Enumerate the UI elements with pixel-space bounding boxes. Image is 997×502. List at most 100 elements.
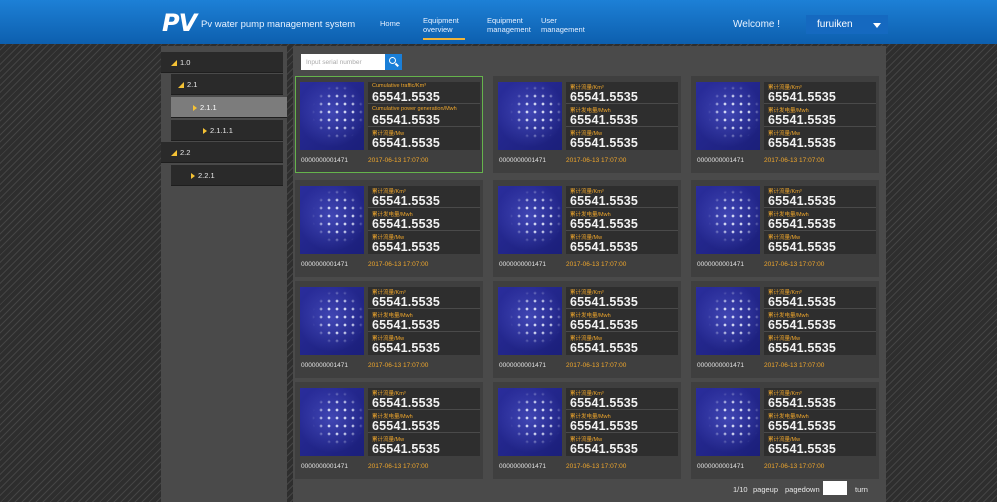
- device-card[interactable]: 累计流量/Km³ 65541.5535 累计发电量/Mwh 65541.5535 累计流…: [295, 382, 483, 479]
- stats-panel: 累计流量/Km³ 65541.5535 累计发电量/Mwh 65541.5535 累计流…: [764, 388, 876, 456]
- tree-node-2-1-1[interactable]: 2.1.1: [171, 97, 287, 118]
- tree-node-1-0[interactable]: 1.0: [161, 52, 283, 73]
- welcome-text: Welcome !: [733, 19, 781, 30]
- stat-value: 65541.5535: [768, 136, 837, 150]
- search-button[interactable]: [385, 54, 402, 70]
- tree-node-2-1[interactable]: 2.1: [171, 74, 283, 95]
- stat-row: 累计流量/Km³ 65541.5535: [566, 186, 678, 208]
- equipment-overview-panel: Cumulative traffic/Km³65541.5535Cumulati…: [293, 46, 886, 502]
- pv-logo[interactable]: PV: [162, 9, 197, 37]
- stat-row: 累计流量/Km³ 65541.5535: [566, 388, 678, 410]
- stat-value: 65541.5535: [768, 113, 837, 127]
- serial-search-input[interactable]: [301, 54, 385, 70]
- device-card[interactable]: 累计流量/Km³ 65541.5535 累计发电量/Mwh 65541.5535 累计流…: [493, 281, 681, 378]
- device-card[interactable]: 累计流量/Km³ 65541.5535 累计发电量/Mwh 65541.5535 累计流…: [691, 382, 879, 479]
- stat-value: 65541.5535: [570, 396, 639, 410]
- stat-value: 65541.5535: [570, 442, 639, 456]
- stat-value: 65541.5535: [570, 194, 639, 208]
- stat-row: 累计发电量/Mwh 65541.5535: [566, 310, 678, 332]
- top-header: PV Pv water pump management system Home …: [0, 0, 997, 44]
- stat-row: 累计发电量/Mwh 65541.5535: [764, 105, 876, 127]
- stat-row: 累计发电量/Mwh 65541.5535: [368, 411, 480, 433]
- stat-row: 累计流量/Mw 65541.5535: [368, 232, 480, 254]
- stat-value: 65541.5535: [372, 194, 441, 208]
- serial-number: 0000000001471: [499, 261, 546, 268]
- stat-row: 累计流量/Km³ 65541.5535: [368, 388, 480, 410]
- stat-value: 65541.5535: [372, 396, 441, 410]
- solar-panel-image: [696, 82, 760, 150]
- stats-panel: 累计流量/Km³ 65541.5535 累计发电量/Mwh 65541.5535 累计流…: [368, 287, 480, 355]
- stat-value: 65541.5535: [372, 113, 441, 127]
- stat-row: 累计流量/Mw 65541.5535: [764, 128, 876, 150]
- solar-panel-image: [300, 186, 364, 254]
- serial-number: 0000000001471: [301, 261, 348, 268]
- stat-row: 累计流量/Km³ 65541.5535: [368, 186, 480, 208]
- stat-row: 累计流量/Mw 65541.5535: [764, 333, 876, 355]
- stat-value: 65541.5535: [372, 90, 441, 104]
- stat-value: 65541.5535: [570, 217, 639, 231]
- stat-value: 65541.5535: [570, 136, 639, 150]
- timestamp: 2017-06-13 17:07:00: [764, 157, 825, 164]
- stat-value: 65541.5535: [768, 341, 837, 355]
- device-card[interactable]: 累计流量/Km³ 65541.5535 累计发电量/Mwh 65541.5535 累计流…: [691, 180, 879, 277]
- nav-home[interactable]: Home: [380, 19, 400, 28]
- solar-panel-image: [696, 186, 760, 254]
- stats-panel: Cumulative traffic/Km³ 65541.5535 Cumulati…: [368, 82, 480, 150]
- serial-number: 0000000001471: [499, 463, 546, 470]
- stat-row: 累计流量/Km³ 65541.5535: [368, 287, 480, 309]
- stat-row: 累计流量/Km³ 65541.5535: [764, 82, 876, 104]
- page-indicator: 1/10: [733, 485, 748, 494]
- stat-label: Cumulative traffic/Km³: [372, 83, 426, 89]
- nav-user-management[interactable]: User management: [541, 16, 585, 34]
- serial-number: 0000000001471: [301, 362, 348, 369]
- page-number-input[interactable]: [823, 481, 847, 495]
- turn-button[interactable]: turn: [855, 485, 868, 494]
- timestamp: 2017-06-13 17:07:00: [764, 362, 825, 369]
- serial-number: 0000000001471: [697, 463, 744, 470]
- stat-value: 65541.5535: [372, 318, 441, 332]
- stat-row: 累计发电量/Mwh 65541.5535: [764, 411, 876, 433]
- device-card[interactable]: 累计流量/Km³ 65541.5535 累计发电量/Mwh 65541.5535 累计流…: [493, 180, 681, 277]
- tree-node-2-2[interactable]: 2.2: [161, 142, 283, 163]
- stats-panel: 累计流量/Km³ 65541.5535 累计发电量/Mwh 65541.5535 累计流…: [764, 186, 876, 254]
- tree-node-2-1-1-1[interactable]: 2.1.1.1: [171, 120, 283, 141]
- stat-row: 累计流量/Km³ 65541.5535: [566, 82, 678, 104]
- device-card[interactable]: 累计流量/Km³ 65541.5535 累计发电量/Mwh 65541.5535 累计流…: [691, 281, 879, 378]
- stat-row: 累计流量/Km³ 65541.5535: [764, 388, 876, 410]
- stat-row: Cumulative power generation/Mwh 65541.553…: [368, 105, 480, 127]
- nav-equipment-overview[interactable]: Equipment overview: [423, 16, 465, 40]
- stat-value: 65541.5535: [768, 90, 837, 104]
- stat-row: 累计流量/Km³ 65541.5535: [566, 287, 678, 309]
- stat-value: 65541.5535: [372, 217, 441, 231]
- stat-value: 65541.5535: [768, 396, 837, 410]
- solar-panel-image: [696, 287, 760, 355]
- app-title: Pv water pump management system: [201, 19, 356, 30]
- stat-row: 累计发电量/Mwh 65541.5535: [368, 310, 480, 332]
- stat-row: 累计流量/Mw 65541.5535: [368, 128, 480, 150]
- timestamp: 2017-06-13 17:07:00: [368, 261, 429, 268]
- device-card[interactable]: 累计流量/Km³ 65541.5535 累计发电量/Mwh 65541.5535 累计流…: [493, 76, 681, 173]
- stat-row: 累计流量/Km³ 65541.5535: [764, 186, 876, 208]
- timestamp: 2017-06-13 17:07:00: [764, 463, 825, 470]
- nav-equipment-management[interactable]: Equipment management: [487, 16, 531, 34]
- device-card[interactable]: 累计流量/Km³ 65541.5535 累计发电量/Mwh 65541.5535 累计流…: [493, 382, 681, 479]
- tree-node-2-2-1[interactable]: 2.2.1: [171, 165, 283, 186]
- stat-value: 65541.5535: [768, 240, 837, 254]
- serial-number: 0000000001471: [697, 362, 744, 369]
- device-card[interactable]: 累计流量/Km³ 65541.5535 累计发电量/Mwh 65541.5535 累计流…: [691, 76, 879, 173]
- pagedown-link[interactable]: pagedown: [785, 485, 820, 494]
- user-menu[interactable]: furuiken: [806, 15, 888, 34]
- stat-value: 65541.5535: [372, 341, 441, 355]
- serial-number: 0000000001471: [499, 157, 546, 164]
- stats-panel: 累计流量/Km³ 65541.5535 累计发电量/Mwh 65541.5535 累计流…: [368, 388, 480, 456]
- pageup-link[interactable]: pageup: [753, 485, 778, 494]
- device-card[interactable]: Cumulative traffic/Km³ 65541.5535 Cumulati…: [295, 76, 483, 173]
- stat-value: 65541.5535: [372, 442, 441, 456]
- stat-value: 65541.5535: [372, 240, 441, 254]
- device-card[interactable]: 累计流量/Km³ 65541.5535 累计发电量/Mwh 65541.5535 累计流…: [295, 281, 483, 378]
- stat-value: 65541.5535: [768, 295, 837, 309]
- serial-number: 0000000001471: [301, 463, 348, 470]
- stat-value: 65541.5535: [570, 295, 639, 309]
- device-card[interactable]: 累计流量/Km³ 65541.5535 累计发电量/Mwh 65541.5535 累计流…: [295, 180, 483, 277]
- timestamp: 2017-06-13 17:07:00: [368, 463, 429, 470]
